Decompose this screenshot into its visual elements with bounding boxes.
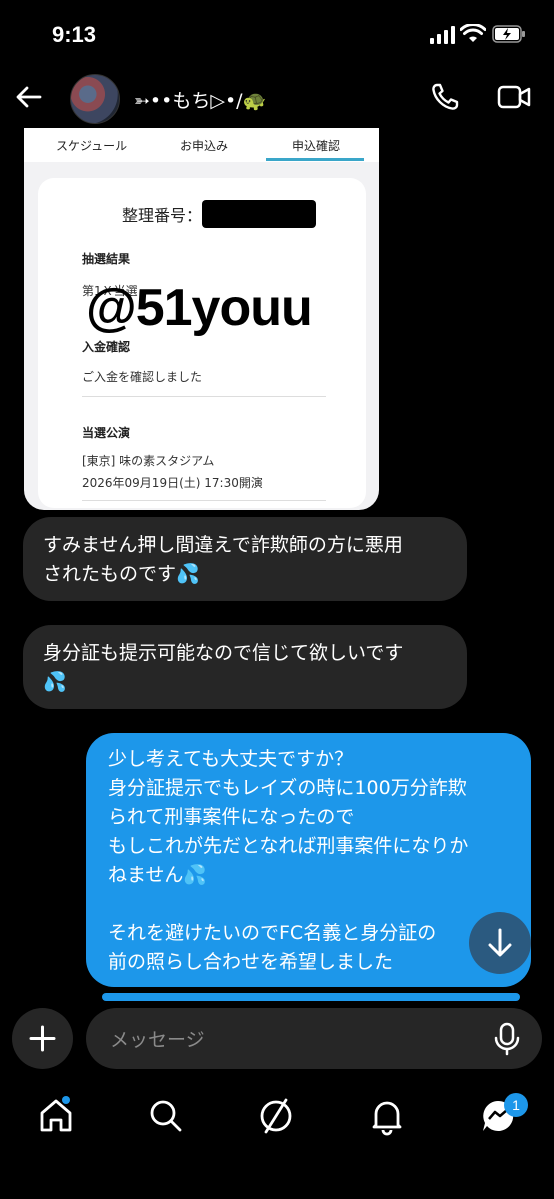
ticket-card: 整理番号： 抽選結果 第1Ｘ当選 入金確認 ご入金を確認しました 当選公演 [東… — [38, 178, 366, 508]
message-bubble-incoming[interactable]: すみません押し間違えで詐欺師の方に悪用 されたものです💦 — [23, 517, 467, 601]
arrow-down-icon — [488, 928, 512, 957]
status-bar: 9:13 — [0, 0, 554, 70]
ticket-number-label: 整理番号： — [122, 206, 203, 225]
message-input[interactable]: メッセージ — [86, 1008, 542, 1069]
performance-title: 当選公演 — [82, 426, 131, 440]
shared-image[interactable]: スケジュール お申込み 申込確認 整理番号： 抽選結果 第1Ｘ当選 入金確認 ご… — [24, 128, 379, 510]
cellular-signal-icon — [430, 26, 455, 44]
venue-text: [東京] 味の素スタジアム — [82, 454, 215, 468]
phone-icon[interactable] — [430, 82, 460, 112]
image-tab-confirmation: 申込確認 — [292, 139, 341, 153]
divider — [82, 500, 326, 501]
scroll-to-bottom-button[interactable] — [469, 912, 531, 974]
image-tab-application: お申込み — [180, 139, 229, 153]
datetime-text: 2026年09月19日(土) 17:30開演 — [82, 476, 263, 490]
notifications-icon[interactable] — [367, 1096, 407, 1136]
explore-icon[interactable] — [256, 1096, 296, 1136]
message-input-placeholder: メッセージ — [110, 1029, 205, 1051]
divider — [82, 396, 326, 397]
watermark-text: @51youu — [86, 279, 313, 337]
message-bubble-outgoing[interactable]: 少し考えても大丈夫ですか？ 身分証提示でもレイズの時に100万分詐欺 られて刑事… — [86, 733, 531, 987]
active-tab-indicator — [266, 158, 364, 161]
home-notification-dot — [62, 1096, 70, 1104]
plus-icon — [29, 1025, 56, 1052]
payment-title: 入金確認 — [82, 340, 131, 354]
redaction-box — [202, 200, 316, 228]
home-indicator-area — [0, 1170, 554, 1199]
message-bubble-incoming[interactable]: 身分証も提示可能なので信じて欲しいです 💦 — [23, 625, 467, 709]
wifi-icon — [460, 24, 486, 42]
bottom-navigation — [0, 1090, 554, 1150]
lottery-result-title: 抽選結果 — [82, 252, 131, 266]
status-time: 9:13 — [52, 22, 97, 47]
video-camera-icon[interactable] — [497, 84, 531, 110]
message-bubble-outgoing-partial — [102, 993, 520, 1001]
conversation-header: ➳••もち▷•/🐢 — [0, 70, 554, 128]
contact-name[interactable]: ➳••もち▷•/🐢 — [134, 86, 266, 113]
image-tab-schedule: スケジュール — [56, 139, 128, 153]
home-icon[interactable] — [36, 1096, 76, 1136]
messages-badge: 1 — [504, 1093, 528, 1117]
avatar[interactable] — [70, 74, 120, 124]
add-attachment-button[interactable] — [12, 1008, 73, 1069]
battery-charging-icon — [492, 25, 525, 43]
payment-text: ご入金を確認しました — [82, 370, 203, 384]
search-icon[interactable] — [146, 1096, 186, 1136]
back-arrow-icon[interactable] — [14, 82, 44, 112]
image-tab-bar: スケジュール お申込み 申込確認 — [24, 128, 379, 162]
microphone-icon[interactable] — [491, 1022, 523, 1056]
